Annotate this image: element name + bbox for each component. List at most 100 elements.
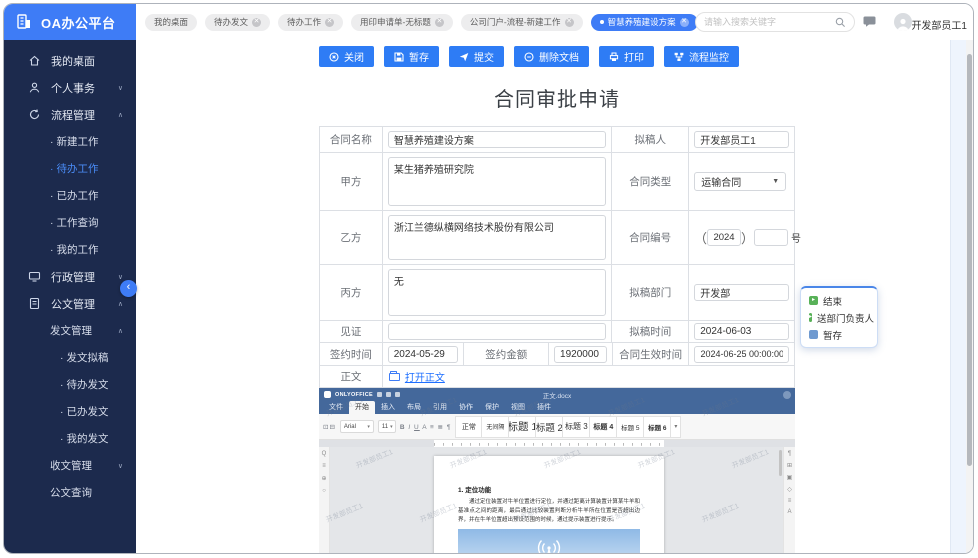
image-settings-icon[interactable]: ▣	[787, 474, 793, 481]
find-icon[interactable]: Q	[322, 451, 327, 457]
message-icon[interactable]	[863, 16, 876, 27]
style-gallery-expand-icon[interactable]: ▾	[671, 416, 681, 438]
tab-close-icon[interactable]: ✕	[565, 18, 574, 27]
contract-name-label: 合同名称	[330, 132, 372, 147]
paragraph-settings-icon[interactable]: ¶	[788, 451, 791, 457]
tab-pending-dispatch[interactable]: 待办发文 ✕	[205, 14, 270, 31]
avatar[interactable]	[894, 13, 912, 31]
table-settings-icon[interactable]: ⊞	[787, 462, 792, 469]
global-search	[695, 12, 855, 32]
sidebar-item-done-work[interactable]: 已办工作	[4, 182, 136, 209]
tab-pending-work[interactable]: 待办工作 ✕	[278, 14, 343, 31]
editor-tab-plugins[interactable]: 插件	[531, 401, 557, 414]
style-heading4[interactable]: 标题 4	[590, 416, 617, 438]
tab-seal-request[interactable]: 用印申请单-无标题 ✕	[351, 14, 453, 31]
search-input[interactable]	[704, 17, 835, 27]
page-scrollbar[interactable]	[966, 40, 973, 553]
editor-tab-collaboration[interactable]: 协作	[453, 401, 479, 414]
route-option-dept-manager[interactable]: ▸ 送部门负责人	[809, 309, 869, 326]
editor-left-panel: Q ≡ ⊕ ○	[319, 447, 330, 553]
party-a-textarea[interactable]: 某生猪养殖研究院	[388, 157, 607, 206]
sidebar-item-done-dispatch[interactable]: 已办发文	[4, 398, 136, 425]
chevron-down-icon	[118, 462, 123, 470]
sidebar-item-doc-query[interactable]: 公文查询	[4, 479, 136, 506]
text-art-icon[interactable]: A	[787, 509, 791, 515]
chart-settings-icon[interactable]: ≡	[788, 498, 792, 504]
feedback-icon[interactable]: ○	[322, 488, 326, 494]
editor-scrollbar[interactable]	[779, 450, 782, 476]
editor-tab-home[interactable]: 开始	[349, 401, 375, 414]
search-icon[interactable]	[835, 17, 846, 28]
comments-icon[interactable]: ≡	[322, 463, 326, 469]
sidebar-item-process-mgmt[interactable]: 流程管理	[4, 101, 136, 128]
sidebar-item-my-work[interactable]: 我的工作	[4, 236, 136, 263]
party-b-textarea[interactable]: 浙江兰德纵横网络技术股份有限公司	[388, 215, 606, 260]
formatting-icons[interactable]: B I U A ≡ ≣ ¶	[400, 423, 451, 431]
current-user-name[interactable]: 开发部员工1	[911, 17, 967, 32]
contract-year-input[interactable]	[707, 229, 741, 246]
open-body-link[interactable]: 打开正文	[383, 366, 795, 388]
sidebar-item-pending-work[interactable]: 待办工作	[4, 155, 136, 182]
font-name-select[interactable]: Arial▾	[340, 420, 374, 433]
contract-type-select[interactable]: 运输合同 ▼	[694, 172, 786, 191]
editor-tab-file[interactable]: 文件	[323, 401, 349, 414]
style-heading1[interactable]: 标题 1	[509, 416, 536, 438]
editor-tab-insert[interactable]: 插入	[375, 401, 401, 414]
sidebar-item-personal-affairs[interactable]: 个人事务	[4, 74, 136, 101]
witness-input[interactable]	[388, 323, 607, 340]
sidebar-item-new-work[interactable]: 新建工作	[4, 128, 136, 155]
draft-time-input[interactable]	[694, 323, 789, 340]
document-page[interactable]: 1. 定位功能 通过定位装置对牛羊位置进行定位，并通过距离计算装置计算某牛羊和基…	[434, 456, 664, 553]
route-option-save[interactable]: 暂存	[809, 326, 869, 343]
sidebar-item-dispatch-mgmt[interactable]: 发文管理	[4, 317, 136, 344]
save-button[interactable]: 暂存	[384, 46, 439, 67]
sidebar-item-receive-mgmt[interactable]: 收文管理	[4, 452, 136, 479]
tab-close-icon[interactable]: ✕	[435, 18, 444, 27]
party-c-textarea[interactable]: 无	[388, 269, 607, 316]
sidebar-item-admin-mgmt[interactable]: 行政管理	[4, 263, 136, 290]
clipboard-icons[interactable]: ⊡⊟	[323, 423, 336, 431]
sidebar-item-my-desktop[interactable]: 我的桌面	[4, 47, 136, 74]
editor-tab-layout[interactable]: 布局	[401, 401, 427, 414]
sidebar-collapse-button[interactable]: ‹	[120, 280, 137, 297]
tab-contract-plan-active[interactable]: 智慧养殖建设方案 ✕	[591, 14, 698, 31]
tab-my-desktop[interactable]: 我的桌面	[145, 14, 197, 31]
process-monitor-button[interactable]: 流程监控	[664, 46, 739, 67]
tab-close-icon[interactable]: ✕	[252, 18, 261, 27]
sidebar-item-my-dispatch[interactable]: 我的发文	[4, 425, 136, 452]
sign-time-input[interactable]	[388, 346, 459, 363]
submit-button[interactable]: 提交	[449, 46, 504, 67]
scrollbar-thumb[interactable]	[967, 54, 972, 466]
style-heading5[interactable]: 标题 5	[617, 416, 644, 438]
tab-portal-new-work[interactable]: 公司门户-流程-新建工作 ✕	[461, 14, 583, 31]
font-size-select[interactable]: 11▾	[378, 420, 396, 433]
contract-type-label: 合同类型	[629, 174, 671, 189]
sidebar-item-document-mgmt[interactable]: 公文管理	[4, 290, 136, 317]
style-heading2[interactable]: 标题 2	[536, 416, 563, 438]
style-heading3[interactable]: 标题 3	[563, 416, 590, 438]
editor-tab-references[interactable]: 引用	[427, 401, 453, 414]
editor-tab-protection[interactable]: 保护	[479, 401, 505, 414]
contract-name-input[interactable]	[388, 131, 607, 148]
navigation-icon[interactable]: ⊕	[321, 475, 326, 482]
monitor-icon	[28, 270, 42, 283]
sidebar-item-dispatch-draft[interactable]: 发文拟稿	[4, 344, 136, 371]
draft-dept-input[interactable]	[694, 284, 789, 301]
drafter-input[interactable]	[694, 131, 789, 148]
effective-time-input[interactable]	[694, 346, 789, 363]
tab-close-icon[interactable]: ✕	[680, 18, 689, 27]
style-normal[interactable]: 正常	[455, 416, 482, 438]
sidebar-item-pending-dispatch[interactable]: 待办发文	[4, 371, 136, 398]
route-option-finish[interactable]: ▸ 结束	[809, 292, 869, 309]
close-button[interactable]: 关闭	[319, 46, 374, 67]
contract-number-input[interactable]	[754, 229, 788, 246]
editor-tab-view[interactable]: 视图	[505, 401, 531, 414]
shape-settings-icon[interactable]: ◇	[787, 486, 792, 493]
sidebar-item-work-query[interactable]: 工作查询	[4, 209, 136, 236]
print-button[interactable]: 打印	[599, 46, 654, 67]
tab-close-icon[interactable]: ✕	[325, 18, 334, 27]
sign-amount-input[interactable]	[554, 346, 607, 363]
style-no-spacing[interactable]: 无间隔	[482, 416, 509, 438]
delete-document-button[interactable]: 删除文档	[514, 46, 589, 67]
style-heading6[interactable]: 标题 6	[644, 416, 671, 438]
